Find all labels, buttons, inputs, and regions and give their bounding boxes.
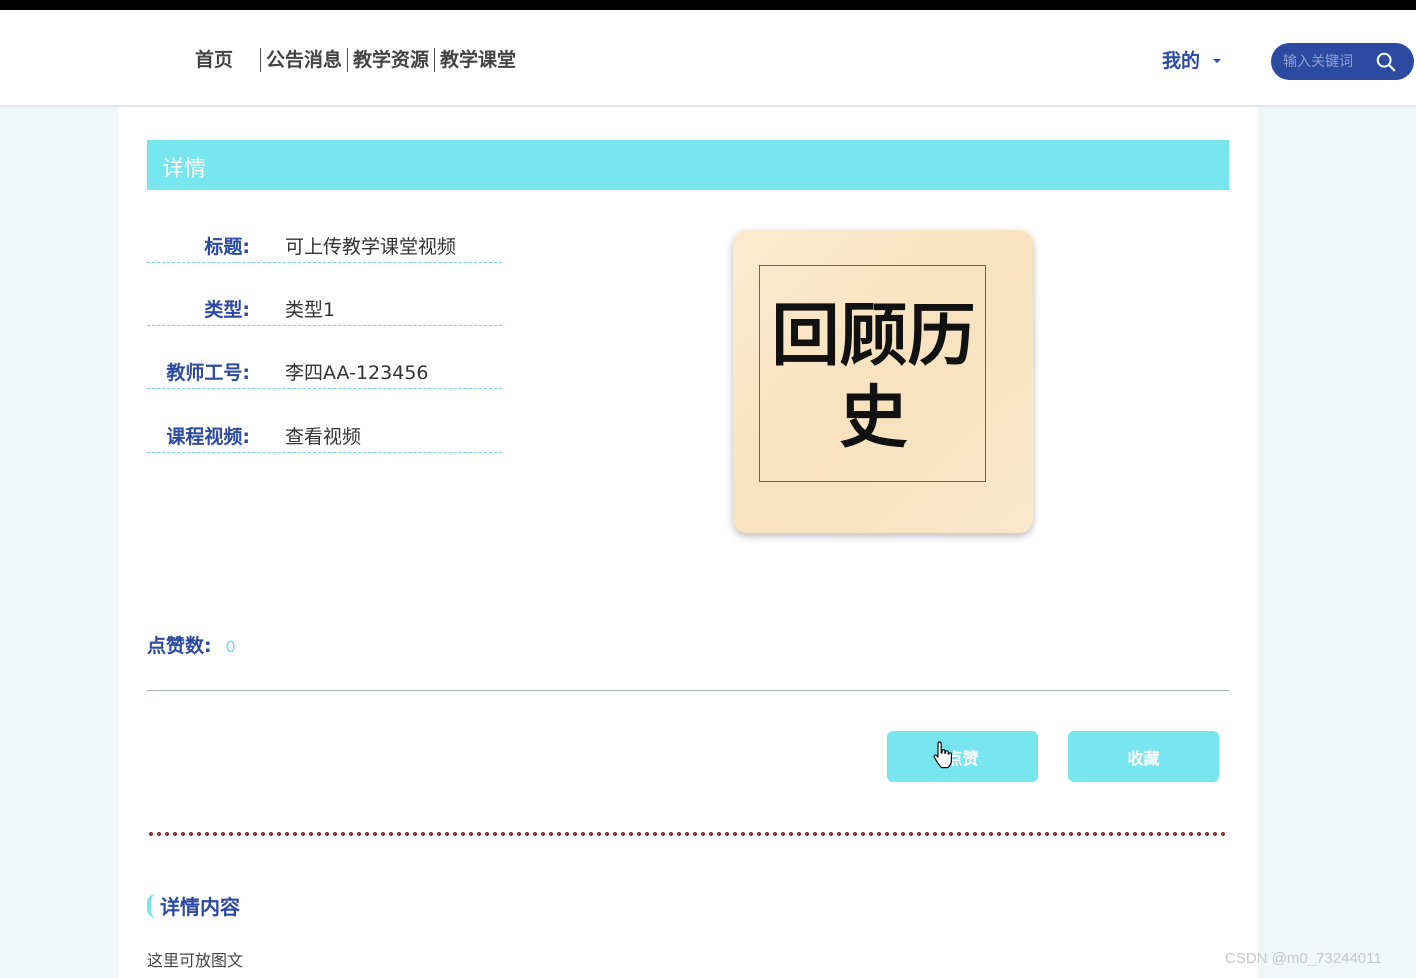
detail-header-bar: 详情	[147, 140, 1229, 190]
field-value: 类型1	[285, 299, 336, 321]
caret-down-icon	[1213, 58, 1222, 63]
view-video-link[interactable]: 查看视频	[285, 422, 361, 449]
like-button[interactable]: 点赞	[887, 731, 1038, 782]
cover-text: 回顾历史	[771, 297, 976, 458]
field-label: 教师工号:	[166, 362, 250, 384]
main-nav: 首页 公告消息 教学资源 教学课堂	[195, 47, 516, 73]
field-type: 类型: 类型1	[147, 291, 502, 326]
mine-label: 我的	[1162, 50, 1201, 72]
field-label: 课程视频:	[166, 426, 250, 448]
nav-separator	[434, 48, 436, 72]
nav-announcements[interactable]: 公告消息	[266, 47, 342, 73]
bracket-icon	[147, 893, 156, 918]
hand-cursor-icon	[933, 741, 952, 769]
detail-header-title: 详情	[162, 157, 207, 182]
field-value: 李四AA-123456	[285, 362, 429, 384]
detail-body: 这里可放图文	[147, 951, 244, 970]
nav-separator	[260, 48, 262, 72]
field-label: 标题:	[204, 236, 250, 258]
like-count-value: 0	[225, 637, 236, 656]
top-black-strip	[0, 0, 1416, 10]
section-title-text: 详情内容	[160, 895, 240, 919]
nav-resources[interactable]: 教学资源	[353, 47, 429, 73]
nav-home[interactable]: 首页	[195, 47, 233, 73]
mine-dropdown[interactable]: 我的	[1162, 46, 1222, 73]
search-icon[interactable]	[1375, 51, 1397, 73]
section-title: 详情内容	[147, 891, 240, 920]
cover-image: 回顾历史	[733, 230, 1033, 533]
favorite-button[interactable]: 收藏	[1068, 731, 1219, 782]
search-box	[1271, 43, 1414, 80]
detail-panel: 详情 标题: 可上传教学课堂视频 类型: 类型1 教师工号: 李四AA-1234…	[118, 107, 1258, 978]
divider	[147, 690, 1229, 691]
search-input[interactable]	[1283, 51, 1379, 73]
watermark: CSDN @m0_73244011	[1225, 950, 1382, 967]
cover-frame: 回顾历史	[759, 265, 986, 482]
like-count-label: 点赞数:	[147, 635, 212, 657]
field-value: 可上传教学课堂视频	[285, 236, 457, 258]
nav-separator	[347, 48, 349, 72]
field-label: 类型:	[204, 299, 250, 321]
field-teacher-id: 教师工号: 李四AA-123456	[147, 354, 502, 389]
like-count: 点赞数: 0	[147, 631, 236, 658]
field-course-video: 课程视频: 查看视频	[147, 418, 502, 453]
dotted-divider	[147, 831, 1229, 837]
field-title: 标题: 可上传教学课堂视频	[147, 228, 502, 263]
nav-classroom[interactable]: 教学课堂	[440, 47, 516, 73]
header: 首页 公告消息 教学资源 教学课堂 我的	[0, 10, 1416, 107]
